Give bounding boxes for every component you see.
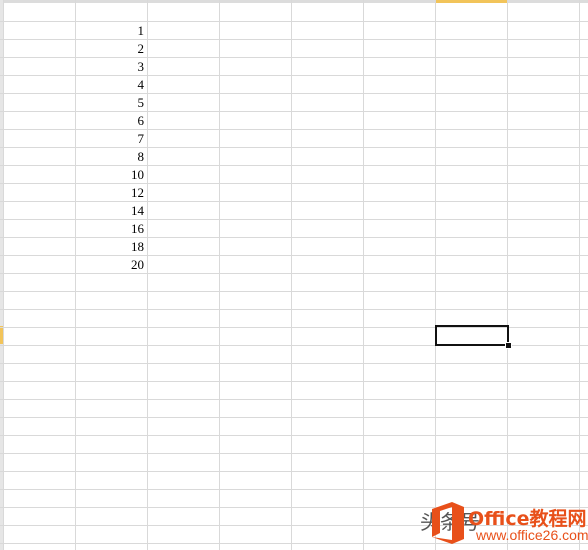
row-gridline bbox=[0, 363, 588, 364]
cell-value[interactable]: 5 bbox=[76, 94, 145, 112]
office-logo-icon bbox=[432, 502, 464, 544]
cell-value[interactable]: 18 bbox=[76, 238, 144, 256]
column-gridline bbox=[507, 0, 508, 550]
column-gridline bbox=[435, 0, 436, 550]
watermark-url-text: www.office26.com bbox=[476, 527, 588, 543]
row-gridline bbox=[0, 435, 588, 436]
fill-handle[interactable] bbox=[505, 342, 512, 349]
active-column-header-highlight bbox=[436, 0, 508, 3]
cell-value[interactable]: 1 bbox=[76, 22, 145, 40]
cell-value[interactable]: 7 bbox=[76, 130, 145, 148]
cell-value[interactable]: 16 bbox=[76, 220, 144, 238]
row-gridline bbox=[0, 309, 588, 310]
column-gridline bbox=[363, 0, 364, 550]
row-gridline bbox=[0, 417, 588, 418]
cell-value[interactable]: 12 bbox=[76, 184, 144, 202]
watermark: 头条号 Office教程网 www.office26.com bbox=[420, 498, 588, 550]
cell-value[interactable]: 10 bbox=[76, 166, 144, 184]
row-gridline bbox=[0, 291, 588, 292]
cell-value[interactable]: 14 bbox=[76, 202, 144, 220]
cell-value[interactable]: 8 bbox=[76, 148, 145, 166]
cell-value[interactable]: 20 bbox=[76, 256, 144, 274]
column-gridline bbox=[579, 0, 580, 550]
cell-value[interactable]: 3 bbox=[76, 58, 145, 76]
column-gridline bbox=[147, 0, 148, 550]
row-gridline bbox=[0, 453, 588, 454]
cell-value[interactable]: 4 bbox=[76, 76, 145, 94]
cell-value[interactable]: 2 bbox=[76, 40, 145, 58]
row-gridline bbox=[0, 381, 588, 382]
row-gridline bbox=[0, 471, 588, 472]
active-cell-selection[interactable] bbox=[435, 325, 509, 346]
row-gridline bbox=[0, 489, 588, 490]
spreadsheet-grid[interactable]: 1 2 3 4 5 6 7 8 10 12 14 16 18 20 bbox=[0, 0, 588, 550]
row-gridline bbox=[0, 399, 588, 400]
column-gridline bbox=[291, 0, 292, 550]
column-gridline bbox=[219, 0, 220, 550]
column-gridline bbox=[3, 0, 4, 550]
cell-value[interactable]: 6 bbox=[76, 112, 145, 130]
